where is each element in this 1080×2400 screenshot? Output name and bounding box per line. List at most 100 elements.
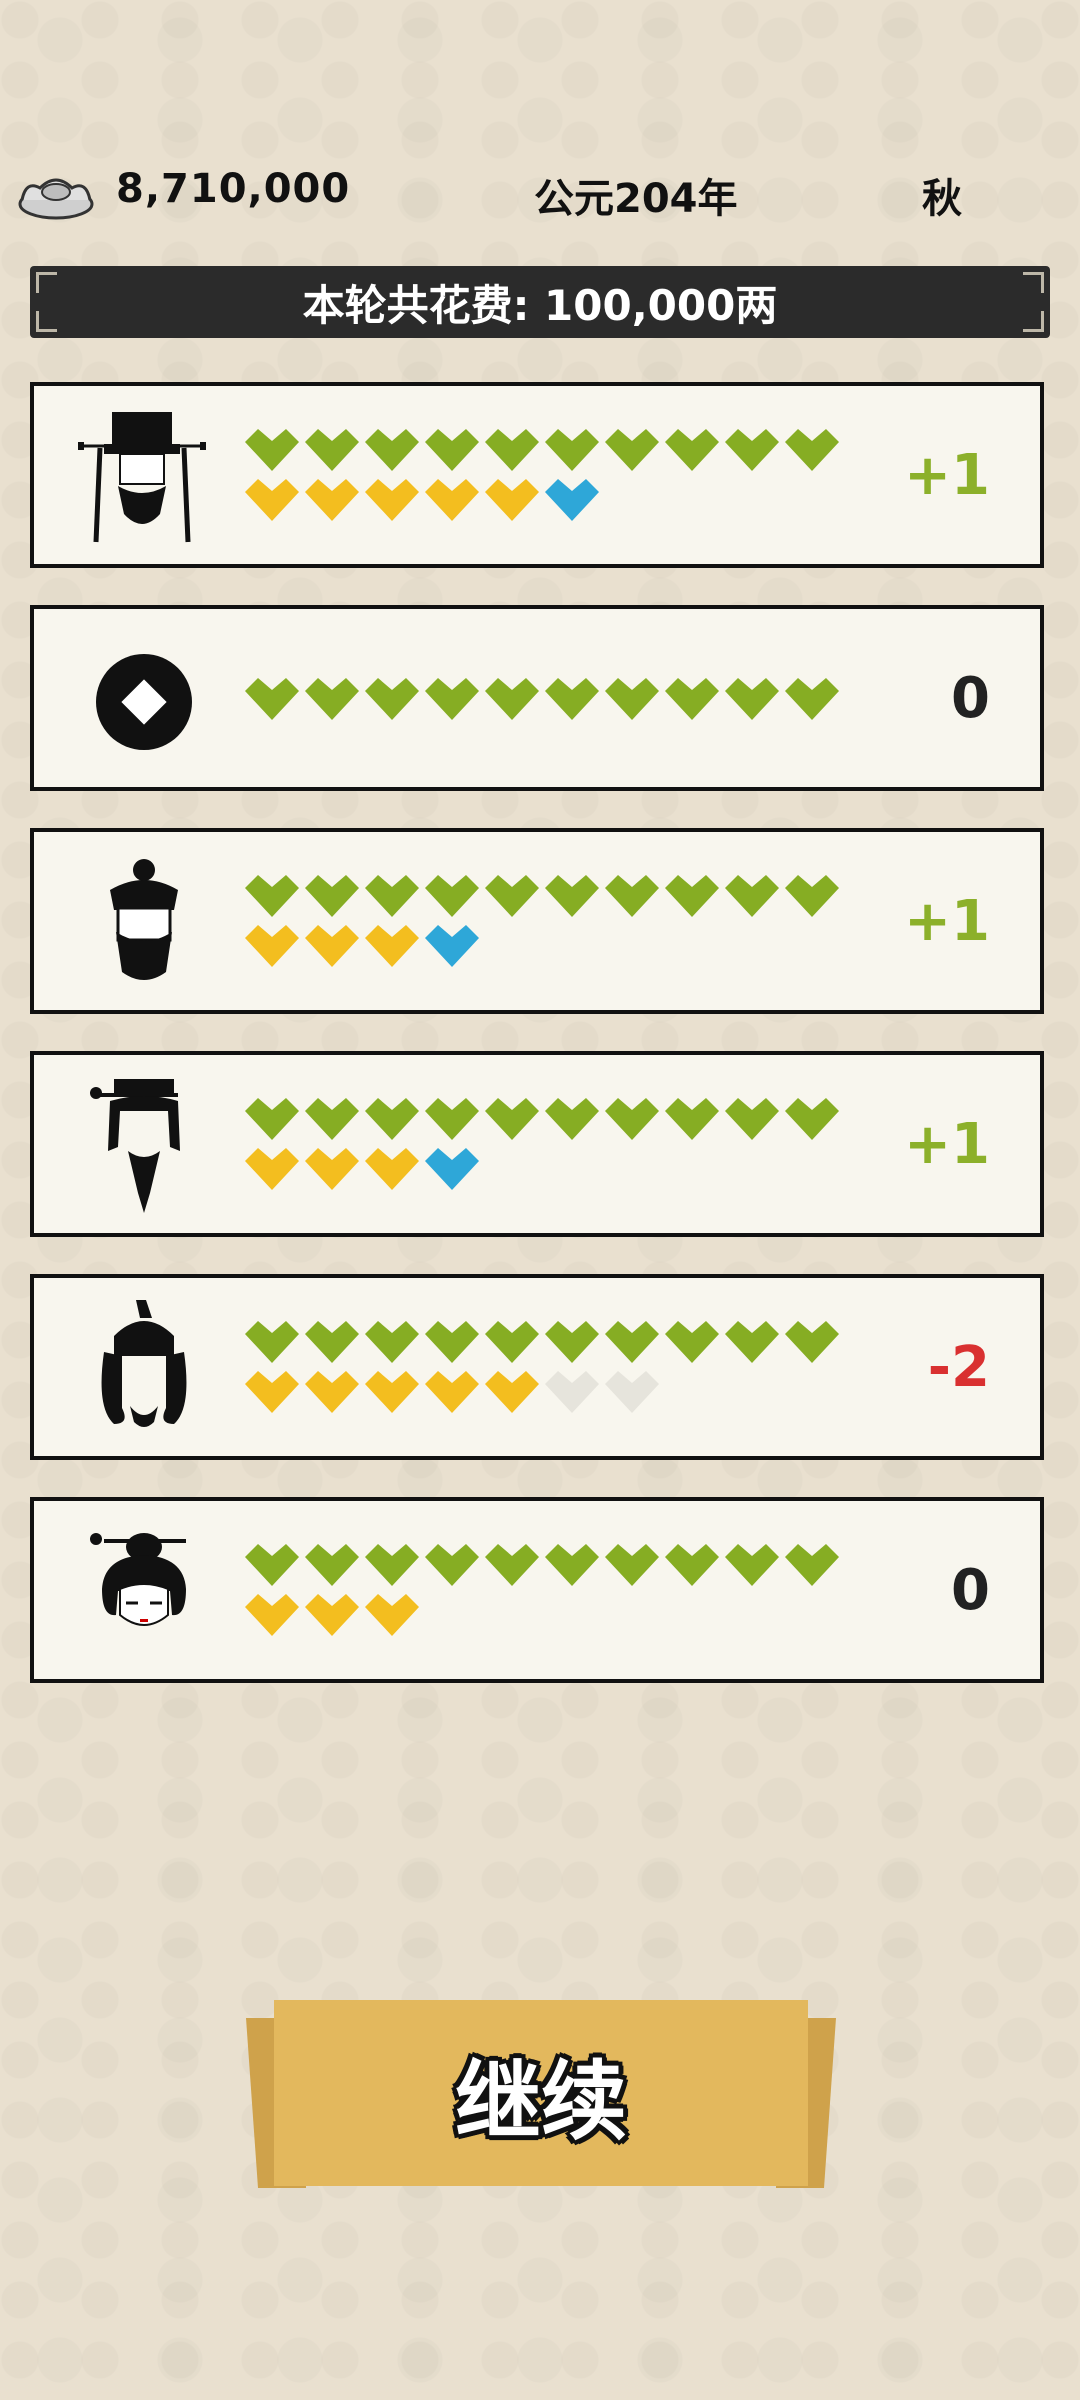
green-heart-icon xyxy=(662,872,722,922)
green-heart-icon xyxy=(242,1095,302,1145)
green-heart-icon xyxy=(542,675,602,725)
green-heart-icon xyxy=(782,872,842,922)
green-heart-icon xyxy=(662,1541,722,1591)
yellow-heart-icon xyxy=(362,1368,422,1418)
green-heart-icon xyxy=(602,1318,662,1368)
satisfaction-hearts xyxy=(242,1541,842,1641)
green-heart-icon xyxy=(602,426,662,476)
yellow-heart-icon xyxy=(242,922,302,972)
faction-card: +1 xyxy=(30,382,1044,568)
round-cost-text: 本轮共花费: 100,000两 xyxy=(302,280,778,330)
green-heart-icon xyxy=(362,872,422,922)
satisfaction-hearts xyxy=(242,872,842,972)
warrior-helmet-icon xyxy=(74,1296,224,1446)
silver-ingot-icon xyxy=(18,178,94,220)
scholar-icon xyxy=(74,1073,224,1223)
green-heart-icon xyxy=(602,1541,662,1591)
yellow-heart-icon xyxy=(242,476,302,526)
blue-heart-icon xyxy=(422,922,482,972)
green-heart-icon xyxy=(362,426,422,476)
base-heart-row xyxy=(242,1541,842,1591)
satisfaction-hearts xyxy=(242,1318,842,1418)
yellow-heart-icon xyxy=(302,476,362,526)
yellow-heart-icon xyxy=(242,1591,302,1641)
green-heart-icon xyxy=(242,426,302,476)
green-heart-icon xyxy=(482,1095,542,1145)
green-heart-icon xyxy=(542,1318,602,1368)
blue-heart-icon xyxy=(422,1145,482,1195)
yellow-heart-icon xyxy=(422,1368,482,1418)
green-heart-icon xyxy=(782,426,842,476)
empty-heart-icon xyxy=(542,1368,602,1418)
yellow-heart-icon xyxy=(422,476,482,526)
green-heart-icon xyxy=(482,1318,542,1368)
faction-card: 0 xyxy=(30,1497,1044,1683)
yellow-heart-icon xyxy=(302,1591,362,1641)
green-heart-icon xyxy=(242,1541,302,1591)
green-heart-icon xyxy=(662,1318,722,1368)
bonus-heart-row xyxy=(242,476,842,526)
green-heart-icon xyxy=(782,1541,842,1591)
money-amount: 8,710,000 xyxy=(116,166,351,212)
base-heart-row xyxy=(242,426,842,476)
green-heart-icon xyxy=(422,872,482,922)
yellow-heart-icon xyxy=(302,922,362,972)
satisfaction-change: +1 xyxy=(904,1111,990,1177)
green-heart-icon xyxy=(722,1318,782,1368)
green-heart-icon xyxy=(602,675,662,725)
green-heart-icon xyxy=(362,1095,422,1145)
green-heart-icon xyxy=(242,1318,302,1368)
yellow-heart-icon xyxy=(362,922,422,972)
bonus-heart-row xyxy=(242,1591,842,1641)
base-heart-row xyxy=(242,1095,842,1145)
green-heart-icon xyxy=(302,1095,362,1145)
green-heart-icon xyxy=(482,426,542,476)
current-year: 公元204年 xyxy=(534,176,738,222)
yellow-heart-icon xyxy=(242,1145,302,1195)
yellow-heart-icon xyxy=(482,1368,542,1418)
yellow-heart-icon xyxy=(482,476,542,526)
green-heart-icon xyxy=(722,1541,782,1591)
yellow-heart-icon xyxy=(302,1368,362,1418)
green-heart-icon xyxy=(482,675,542,725)
top-status-bar: 8,710,000 公元204年 秋 xyxy=(0,160,1080,230)
green-heart-icon xyxy=(542,1541,602,1591)
green-heart-icon xyxy=(722,426,782,476)
coin-icon xyxy=(74,627,224,777)
official-hat-icon xyxy=(74,404,224,554)
yellow-heart-icon xyxy=(362,476,422,526)
faction-card: -2 xyxy=(30,1274,1044,1460)
green-heart-icon xyxy=(662,426,722,476)
green-heart-icon xyxy=(362,675,422,725)
empty-heart-icon xyxy=(602,1368,662,1418)
continue-button[interactable]: 继续 xyxy=(274,2000,808,2186)
green-heart-icon xyxy=(242,675,302,725)
bonus-heart-row xyxy=(242,1145,842,1195)
satisfaction-change: +1 xyxy=(904,888,990,954)
green-heart-icon xyxy=(722,1095,782,1145)
blue-heart-icon xyxy=(542,476,602,526)
satisfaction-change: -2 xyxy=(927,1334,990,1400)
satisfaction-change: +1 xyxy=(904,442,990,508)
green-heart-icon xyxy=(542,426,602,476)
green-heart-icon xyxy=(722,872,782,922)
green-heart-icon xyxy=(542,872,602,922)
continue-button-wrap[interactable]: 继续 xyxy=(246,1998,836,2192)
base-heart-row xyxy=(242,675,842,725)
faction-card: 0 xyxy=(30,605,1044,791)
yellow-heart-icon xyxy=(362,1145,422,1195)
round-cost-banner: 本轮共花费: 100,000两 xyxy=(30,266,1050,338)
yellow-heart-icon xyxy=(242,1368,302,1418)
faction-card: +1 xyxy=(30,828,1044,1014)
green-heart-icon xyxy=(482,1541,542,1591)
bonus-heart-row xyxy=(242,1368,842,1418)
current-season: 秋 xyxy=(922,176,962,222)
green-heart-icon xyxy=(302,426,362,476)
green-heart-icon xyxy=(422,1318,482,1368)
satisfaction-hearts xyxy=(242,675,842,725)
green-heart-icon xyxy=(542,1095,602,1145)
green-heart-icon xyxy=(602,872,662,922)
green-heart-icon xyxy=(302,1318,362,1368)
green-heart-icon xyxy=(722,675,782,725)
green-heart-icon xyxy=(482,872,542,922)
